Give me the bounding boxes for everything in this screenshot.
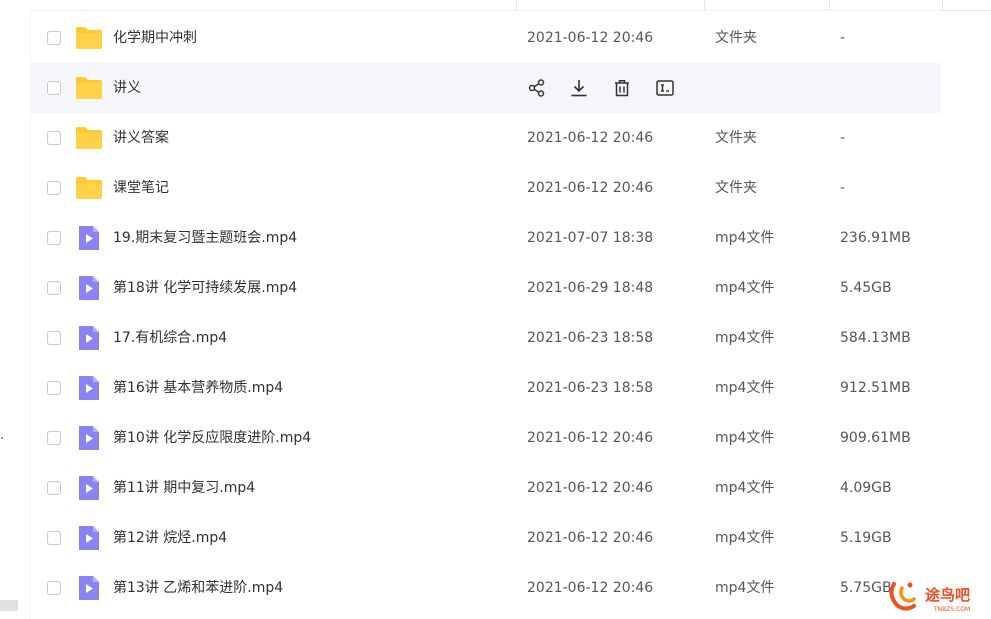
file-type: mp4文件 [715, 530, 775, 546]
modified-time: 2021-07-07 18:38 [527, 230, 654, 246]
modified-time: 2021-06-12 20:46 [527, 530, 654, 546]
file-size: - [840, 130, 846, 146]
file-name[interactable]: 第18讲 化学可持续发展.mp4 [113, 263, 297, 313]
row-checkbox[interactable] [47, 281, 61, 295]
file-row[interactable]: 化学期中冲刺 2021-06-12 20:46 文件夹 - [30, 13, 942, 63]
sidebar-scroll-handle[interactable] [0, 600, 18, 611]
modified-time: 2021-06-12 20:46 [527, 430, 654, 446]
video-file-icon [79, 426, 99, 450]
file-name[interactable]: 讲义 [113, 63, 141, 113]
video-file-icon [79, 376, 99, 400]
sidebar-dot [1, 437, 3, 439]
file-type: 文件夹 [715, 30, 757, 46]
file-row[interactable]: 第11讲 期中复习.mp4 2021-06-12 20:46 mp4文件 4.0… [30, 463, 942, 513]
row-checkbox[interactable] [47, 581, 61, 595]
video-file-icon [79, 226, 99, 250]
file-type: mp4文件 [715, 380, 775, 396]
folder-icon [76, 177, 102, 199]
modified-time: 2021-06-23 18:58 [527, 380, 654, 396]
row-checkbox[interactable] [47, 231, 61, 245]
file-size: 5.45GB [840, 280, 892, 296]
file-name[interactable]: 第13讲 乙烯和苯进阶.mp4 [113, 563, 283, 613]
row-checkbox[interactable] [47, 381, 61, 395]
video-file-icon [79, 326, 99, 350]
file-type: mp4文件 [715, 580, 775, 596]
row-checkbox[interactable] [47, 481, 61, 495]
video-file-icon [79, 276, 99, 300]
file-name[interactable]: 讲义答案 [113, 113, 169, 163]
file-size: 912.51MB [840, 380, 911, 396]
header-divider-time[interactable] [516, 0, 517, 10]
video-file-icon [79, 576, 99, 600]
modified-time: 2021-06-12 20:46 [527, 580, 654, 596]
file-row[interactable]: 第16讲 基本营养物质.mp4 2021-06-23 18:58 mp4文件 9… [30, 363, 942, 413]
file-size: 236.91MB [840, 230, 911, 246]
file-row[interactable]: 讲义答案 2021-06-12 20:46 文件夹 - [30, 113, 942, 163]
file-size: 584.13MB [840, 330, 911, 346]
file-name[interactable]: 课堂笔记 [113, 163, 169, 213]
modified-time: 2021-06-12 20:46 [527, 180, 654, 196]
file-row[interactable]: 课堂笔记 2021-06-12 20:46 文件夹 - [30, 163, 942, 213]
header-divider-type[interactable] [704, 0, 705, 10]
file-type: mp4文件 [715, 280, 775, 296]
share-icon[interactable] [527, 78, 547, 98]
delete-icon[interactable] [612, 78, 632, 98]
modified-time: 2021-06-12 20:46 [527, 480, 654, 496]
row-checkbox[interactable] [47, 131, 61, 145]
watermark-brand: 途鸟吧 [925, 586, 970, 604]
file-size: 5.75GB [840, 580, 892, 596]
file-row[interactable]: 第18讲 化学可持续发展.mp4 2021-06-29 18:48 mp4文件 … [30, 263, 942, 313]
file-row[interactable]: 第10讲 化学反应限度进阶.mp4 2021-06-12 20:46 mp4文件… [30, 413, 942, 463]
file-name[interactable]: 19.期末复习暨主题班会.mp4 [113, 213, 297, 263]
file-row[interactable]: 19.期末复习暨主题班会.mp4 2021-07-07 18:38 mp4文件 … [30, 213, 942, 263]
file-row[interactable]: 17.有机综合.mp4 2021-06-23 18:58 mp4文件 584.1… [30, 313, 942, 363]
file-type: 文件夹 [715, 180, 757, 196]
folder-icon [76, 127, 102, 149]
file-type: 文件夹 [715, 130, 757, 146]
file-size: - [840, 180, 846, 196]
file-name[interactable]: 第10讲 化学反应限度进阶.mp4 [113, 413, 311, 463]
modified-time: 2021-06-12 20:46 [527, 130, 654, 146]
header-column-settings[interactable] [942, 0, 991, 11]
file-list-page: 化学期中冲刺 2021-06-12 20:46 文件夹 - 讲义 讲义答案 20… [0, 0, 991, 619]
file-row-hovered[interactable]: 讲义 [30, 63, 942, 113]
file-type: mp4文件 [715, 330, 775, 346]
row-checkbox[interactable] [47, 431, 61, 445]
video-file-icon [79, 476, 99, 500]
file-name[interactable]: 化学期中冲刺 [113, 13, 197, 63]
file-size: 4.09GB [840, 480, 892, 496]
folder-icon [76, 77, 102, 99]
row-checkbox[interactable] [47, 531, 61, 545]
modified-time: 2021-06-12 20:46 [527, 30, 654, 46]
left-sidebar-edge [0, 0, 31, 619]
file-type: mp4文件 [715, 430, 775, 446]
column-header-bar [30, 0, 991, 11]
file-row[interactable]: 第13讲 乙烯和苯进阶.mp4 2021-06-12 20:46 mp4文件 5… [30, 563, 942, 613]
file-name[interactable]: 第11讲 期中复习.mp4 [113, 463, 255, 513]
modified-time: 2021-06-29 18:48 [527, 280, 654, 296]
file-row[interactable]: 第12讲 烷烃.mp4 2021-06-12 20:46 mp4文件 5.19G… [30, 513, 942, 563]
watermark-domain: TNBZS.COM [933, 606, 970, 613]
rename-icon[interactable] [655, 78, 675, 98]
file-size: 909.61MB [840, 430, 911, 446]
folder-icon [76, 27, 102, 49]
watermark-logo: 途鸟吧 TNBZS.COM [889, 582, 970, 613]
video-file-icon [79, 526, 99, 550]
row-checkbox[interactable] [47, 31, 61, 45]
download-icon[interactable] [569, 78, 589, 98]
file-size: 5.19GB [840, 530, 892, 546]
header-divider-size[interactable] [829, 0, 830, 10]
modified-time: 2021-06-23 18:58 [527, 330, 654, 346]
file-name[interactable]: 17.有机综合.mp4 [113, 313, 227, 363]
row-checkbox[interactable] [47, 81, 61, 95]
row-checkbox[interactable] [47, 181, 61, 195]
file-type: mp4文件 [715, 230, 775, 246]
file-name[interactable]: 第12讲 烷烃.mp4 [113, 513, 227, 563]
file-type: mp4文件 [715, 480, 775, 496]
file-size: - [840, 30, 846, 46]
file-name[interactable]: 第16讲 基本营养物质.mp4 [113, 363, 283, 413]
row-checkbox[interactable] [47, 331, 61, 345]
